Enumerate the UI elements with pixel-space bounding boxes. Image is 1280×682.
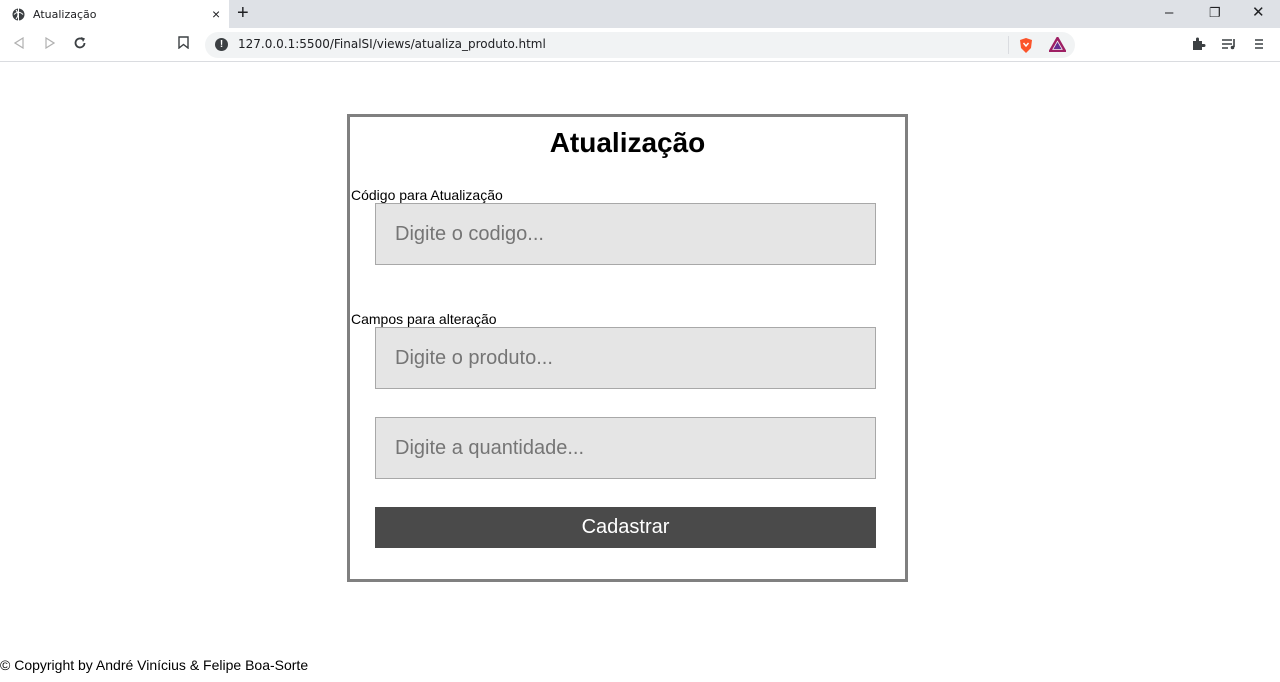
- menu-icon[interactable]: [1254, 36, 1264, 54]
- url-text: 127.0.0.1:5500/FinalSI/views/atualiza_pr…: [238, 37, 546, 51]
- brave-rewards-icon[interactable]: [1047, 35, 1068, 57]
- fields-label: Campos para alteração: [351, 311, 497, 327]
- media-queue-icon[interactable]: [1221, 36, 1237, 54]
- restore-button[interactable]: ❐: [1209, 4, 1221, 22]
- reload-icon[interactable]: [73, 36, 87, 55]
- minimize-button[interactable]: –: [1165, 4, 1173, 22]
- forward-icon[interactable]: [45, 36, 56, 54]
- submit-button[interactable]: Cadastrar: [375, 507, 876, 548]
- update-form: Atualização Código para Atualização Camp…: [347, 114, 908, 582]
- tab-strip: Atualização × + – ❐ ✕: [0, 0, 1280, 28]
- bookmark-icon[interactable]: [178, 36, 189, 54]
- footer-copyright: © Copyright by André Vinícius & Felipe B…: [0, 657, 309, 673]
- close-window-button[interactable]: ✕: [1252, 4, 1265, 22]
- tab-title: Atualização: [33, 7, 97, 21]
- new-tab-button[interactable]: +: [237, 3, 249, 23]
- code-label: Código para Atualização: [351, 187, 503, 203]
- brave-shields-icon[interactable]: [1018, 37, 1034, 59]
- code-input[interactable]: [375, 203, 876, 265]
- extensions-icon[interactable]: [1191, 36, 1206, 55]
- tab-close-icon[interactable]: ×: [212, 6, 220, 22]
- browser-toolbar: ! 127.0.0.1:5500/FinalSI/views/atualiza_…: [0, 28, 1280, 62]
- omnibox-divider: [1008, 36, 1009, 54]
- globe-icon: [12, 8, 25, 21]
- address-bar[interactable]: ! 127.0.0.1:5500/FinalSI/views/atualiza_…: [205, 32, 1075, 58]
- info-icon[interactable]: !: [215, 38, 228, 51]
- quantity-input[interactable]: [375, 417, 876, 479]
- browser-tab[interactable]: Atualização ×: [0, 0, 229, 28]
- product-input[interactable]: [375, 327, 876, 389]
- form-title: Atualização: [549, 127, 706, 158]
- back-icon[interactable]: [13, 36, 24, 54]
